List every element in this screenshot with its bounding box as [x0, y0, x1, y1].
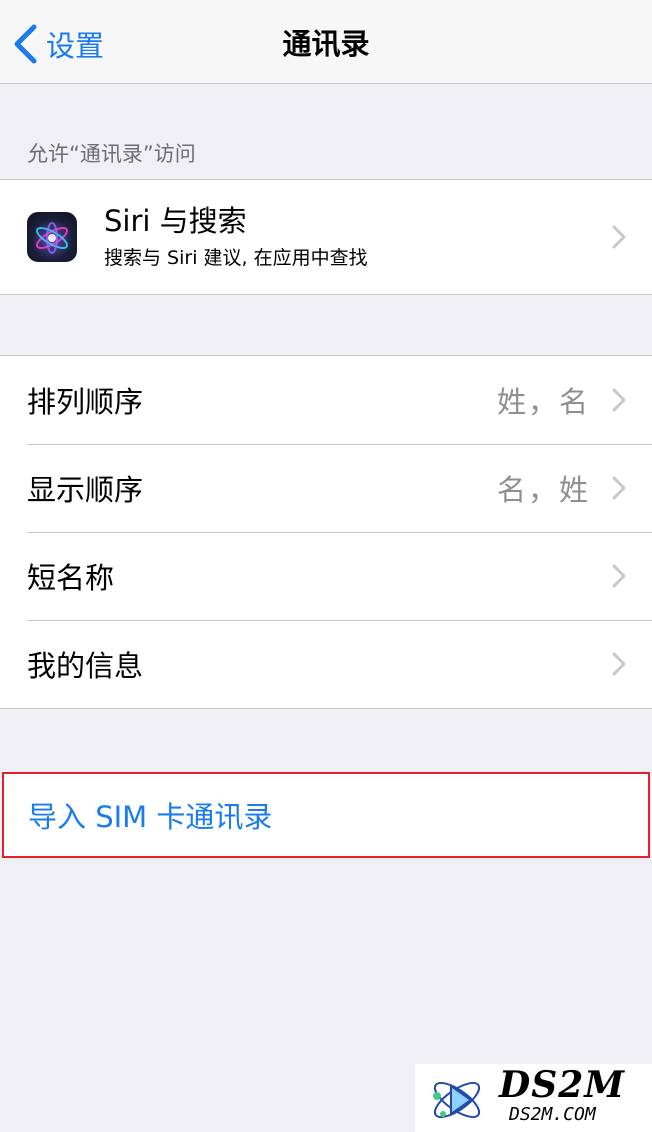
- section-header: 允许“通讯录”访问: [27, 142, 196, 166]
- display-order-label: 显示顺序: [27, 473, 144, 507]
- my-info-label: 我的信息: [27, 649, 144, 683]
- siri-title: Siri 与搜索: [104, 204, 247, 238]
- watermark: DS2M DS2M.COM: [415, 1064, 652, 1132]
- siri-group: Siri 与搜索 搜索与 Siri 建议, 在应用中查找: [0, 179, 652, 295]
- display-order-value: 名，姓: [496, 473, 590, 507]
- short-name-row[interactable]: 短名称: [0, 532, 652, 620]
- chevron-right-icon: [612, 564, 626, 588]
- import-sim-contacts-label: 导入 SIM 卡通讯录: [28, 800, 273, 834]
- page-title: 通讯录: [282, 27, 370, 61]
- siri-subtitle: 搜索与 Siri 建议, 在应用中查找: [104, 247, 368, 269]
- import-sim-contacts-button[interactable]: 导入 SIM 卡通讯录: [2, 772, 650, 858]
- atom-logo-icon: [433, 1081, 481, 1119]
- siri-search-row[interactable]: Siri 与搜索 搜索与 Siri 建议, 在应用中查找: [0, 180, 652, 294]
- chevron-right-icon: [612, 476, 626, 500]
- sort-order-row[interactable]: 排列顺序 姓，名: [0, 356, 652, 444]
- chevron-right-icon: [612, 652, 626, 676]
- my-info-row[interactable]: 我的信息: [0, 620, 652, 708]
- short-name-label: 短名称: [27, 561, 115, 595]
- siri-icon: [27, 212, 77, 262]
- chevron-right-icon: [612, 388, 626, 412]
- navigation-bar: 设置 通讯录: [0, 0, 652, 84]
- chevron-right-icon: [612, 225, 626, 249]
- contacts-settings-group: 排列顺序 姓，名 显示顺序 名，姓 短名称 我的信息: [0, 355, 652, 709]
- sort-order-label: 排列顺序: [27, 385, 144, 419]
- watermark-subtitle: DS2M.COM: [509, 1104, 596, 1125]
- display-order-row[interactable]: 显示顺序 名，姓: [0, 444, 652, 532]
- watermark-title: DS2M: [499, 1064, 626, 1106]
- sort-order-value: 姓，名: [496, 385, 590, 419]
